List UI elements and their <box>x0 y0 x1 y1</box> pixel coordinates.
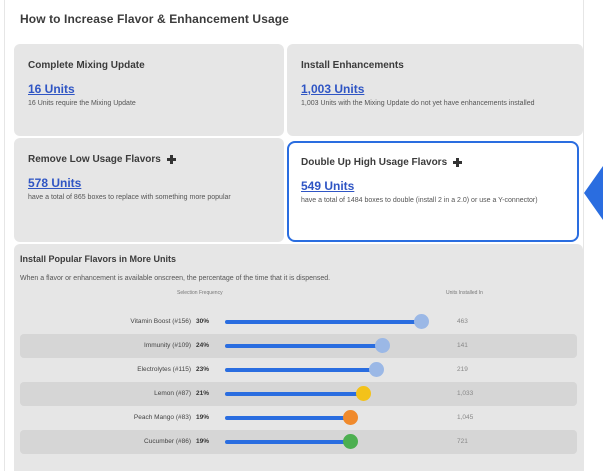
flavor-name: Immunity (#109) <box>144 342 191 349</box>
card-description: 1,003 Units with the Mixing Update do no… <box>301 100 535 107</box>
card-title: Double Up High Usage Flavors <box>301 157 448 168</box>
electrolytes-icon <box>369 362 384 377</box>
immunity-icon <box>375 338 390 353</box>
flavor-row: Cucumber (#86) 19% 721 <box>20 430 577 454</box>
flavor-name: Peach Mango (#83) <box>133 414 191 421</box>
double-units-link[interactable]: 549 Units <box>301 179 354 193</box>
units-installed: 141 <box>457 342 468 349</box>
flavor-name: Lemon (#87) <box>154 390 191 397</box>
column-header-units: Units Installed In <box>446 290 483 296</box>
page-title: How to Increase Flavor & Enhancement Usa… <box>20 12 289 26</box>
card-title: Remove Low Usage Flavors <box>28 154 161 165</box>
plus-icon[interactable] <box>453 158 463 167</box>
section-description: When a flavor or enhancement is availabl… <box>20 275 331 282</box>
flavor-name: Vitamin Boost (#156) <box>130 318 191 325</box>
remove-units-link[interactable]: 578 Units <box>28 176 81 190</box>
frequency-bar-track <box>225 344 430 348</box>
card-description: 16 Units require the Mixing Update <box>28 100 136 107</box>
column-headers: Selection Frequency Units Installed In <box>20 288 577 300</box>
flavor-name: Electrolytes (#115) <box>137 366 191 373</box>
flavor-row: Lemon (#87) 21% 1,033 <box>20 382 577 406</box>
selection-percent: 19% <box>196 414 210 421</box>
card-complete-mixing-update: Complete Mixing Update 16 Units 16 Units… <box>14 44 284 136</box>
flavor-rows: Vitamin Boost (#156) 30% 463 Immunity (#109… <box>20 310 577 454</box>
flavor-row: Peach Mango (#83) 19% 1,045 <box>20 406 577 430</box>
selection-percent: 19% <box>196 438 210 445</box>
cucumber-icon <box>343 434 358 449</box>
units-installed: 721 <box>457 438 468 445</box>
card-title: Complete Mixing Update <box>28 60 145 71</box>
lemon-icon <box>356 386 371 401</box>
units-installed: 463 <box>457 318 468 325</box>
frequency-bar <box>225 320 420 324</box>
card-title-row: Remove Low Usage Flavors <box>28 154 270 165</box>
frequency-bar <box>225 440 349 444</box>
card-title-row: Double Up High Usage Flavors <box>301 157 565 168</box>
install-units-link[interactable]: 1,003 Units <box>301 82 364 96</box>
card-double-up-high-usage: Double Up High Usage Flavors 549 Units h… <box>287 141 579 242</box>
frequency-bar <box>225 368 375 372</box>
frequency-bar-track <box>225 392 430 396</box>
frequency-bar-track <box>225 368 430 372</box>
selection-percent: 21% <box>196 390 210 397</box>
units-installed: 1,033 <box>457 390 474 397</box>
selection-percent: 30% <box>196 318 210 325</box>
frequency-bar-track <box>225 440 430 444</box>
frequency-bar <box>225 344 381 348</box>
frequency-bar <box>225 416 349 420</box>
frequency-bar <box>225 392 362 396</box>
frequency-bar-track <box>225 320 430 324</box>
flavor-row: Vitamin Boost (#156) 30% 463 <box>20 310 577 334</box>
highlight-arrow-icon <box>584 166 603 220</box>
mixing-units-link[interactable]: 16 Units <box>28 82 75 96</box>
popular-flavors-section: Install Popular Flavors in More Units Wh… <box>14 244 583 471</box>
units-installed: 219 <box>457 366 468 373</box>
card-title: Install Enhancements <box>301 60 404 71</box>
units-installed: 1,045 <box>457 414 474 421</box>
frame-border-right <box>583 0 584 471</box>
frequency-bar-track <box>225 416 430 420</box>
card-description: have a total of 1484 boxes to double (in… <box>301 197 538 204</box>
frame-border-left <box>4 0 5 471</box>
selection-percent: 23% <box>196 366 210 373</box>
card-install-enhancements: Install Enhancements 1,003 Units 1,003 U… <box>287 44 583 136</box>
flavor-row: Electrolytes (#115) 23% 219 <box>20 358 577 382</box>
selection-percent: 24% <box>196 342 210 349</box>
section-title: Install Popular Flavors in More Units <box>20 254 177 264</box>
card-remove-low-usage: Remove Low Usage Flavors 578 Units have … <box>14 138 284 242</box>
plus-icon[interactable] <box>166 155 176 164</box>
card-description: have a total of 865 boxes to replace wit… <box>28 194 231 201</box>
column-header-frequency: Selection Frequency <box>177 290 223 296</box>
flavor-row: Immunity (#109) 24% 141 <box>20 334 577 358</box>
vitamin-boost-icon <box>414 314 429 329</box>
peach-mango-icon <box>343 410 358 425</box>
page: How to Increase Flavor & Enhancement Usa… <box>0 0 603 471</box>
flavor-name: Cucumber (#86) <box>144 438 191 445</box>
